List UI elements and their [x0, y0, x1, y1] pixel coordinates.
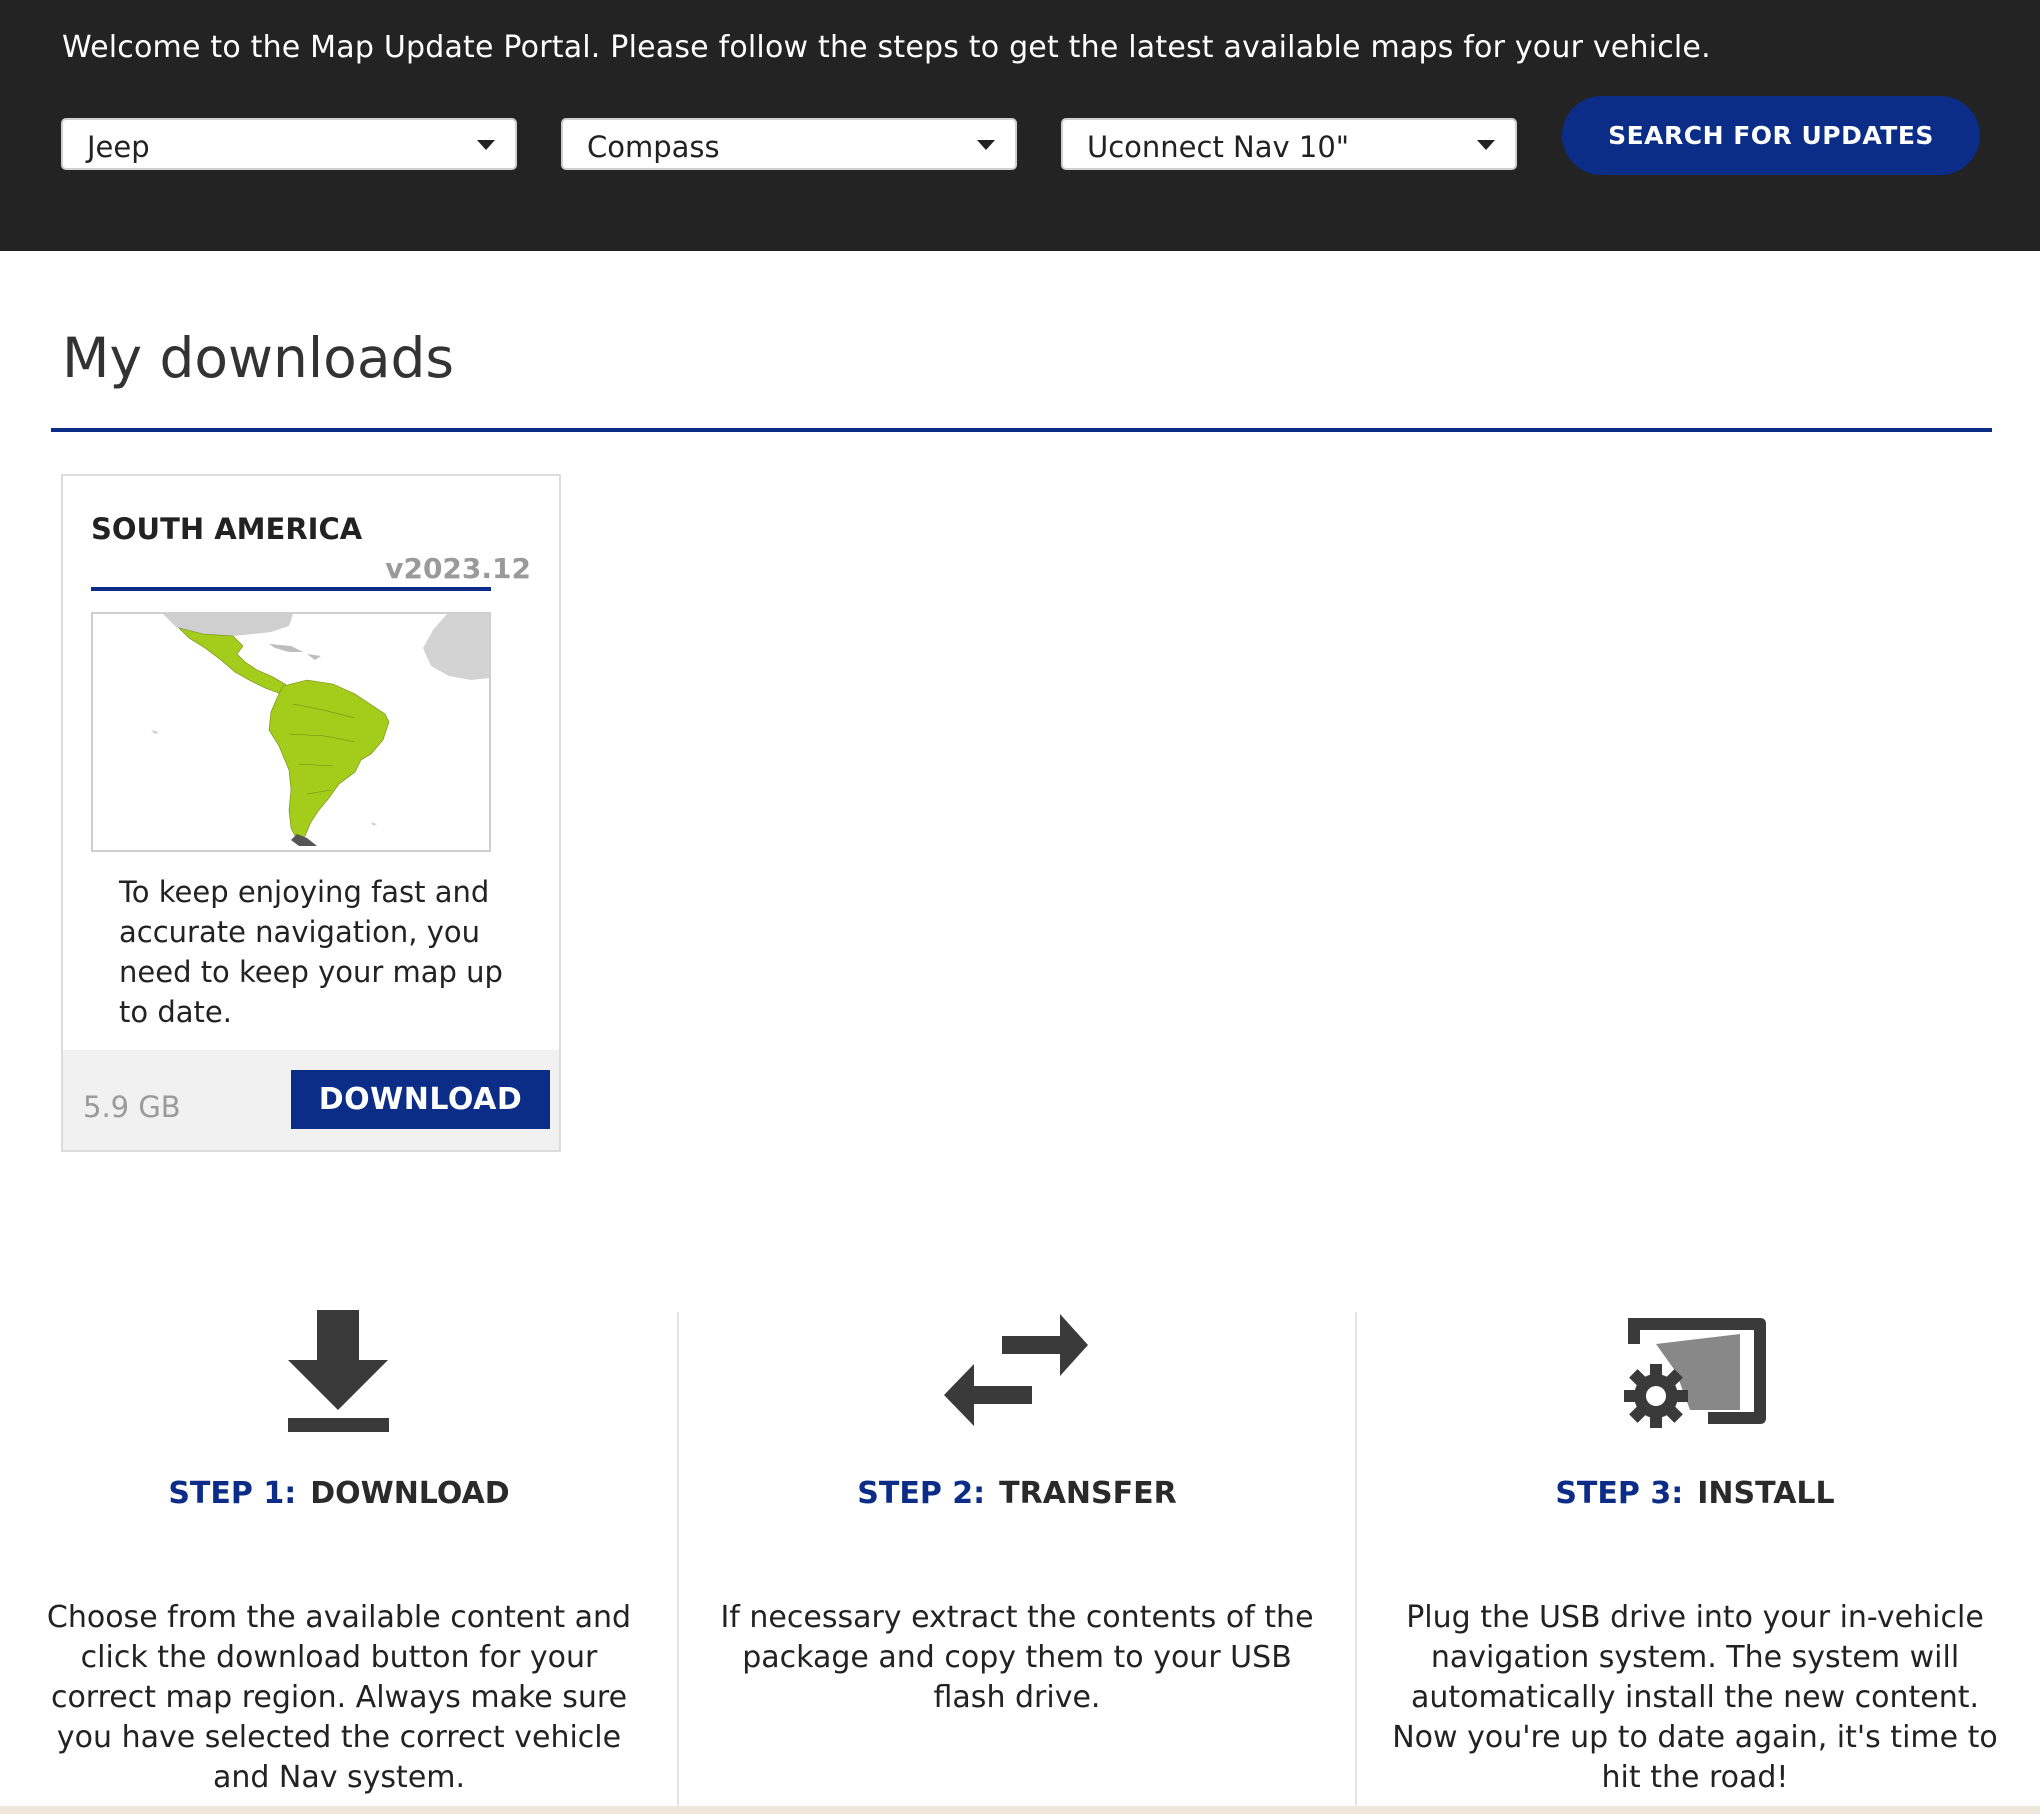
- step-download: STEP 1: DOWNLOAD Choose from the availabl…: [0, 1310, 678, 1814]
- bottom-edge: [0, 1806, 2040, 1814]
- step-number: STEP 3:: [1555, 1476, 1684, 1511]
- nav-system-select[interactable]: Uconnect Nav 10": [1061, 118, 1517, 170]
- card-version: v2023.12: [385, 552, 531, 585]
- step-title: STEP 3: INSTALL: [1356, 1476, 2034, 1511]
- step-install: STEP 3: INSTALL Plug the USB drive into y…: [1356, 1310, 2034, 1814]
- brand-select-value: Jeep: [87, 130, 150, 164]
- step-description: If necessary extract the contents of the…: [720, 1600, 1314, 1715]
- step-title: STEP 2: TRANSFER: [678, 1476, 1356, 1511]
- step-name: INSTALL: [1697, 1476, 1835, 1511]
- caret-down-icon: [1477, 140, 1495, 150]
- nav-system-select-value: Uconnect Nav 10": [1087, 130, 1350, 164]
- download-button[interactable]: DOWNLOAD: [291, 1070, 550, 1129]
- caret-down-icon: [477, 140, 495, 150]
- install-screen-gear-icon: [1356, 1310, 2034, 1440]
- file-size: 5.9 GB: [83, 1090, 181, 1124]
- step-name: TRANSFER: [999, 1476, 1177, 1511]
- title-divider: [51, 428, 1992, 432]
- header-bar: Welcome to the Map Update Portal. Please…: [0, 0, 2040, 251]
- card-divider: [91, 587, 491, 591]
- step-description: Choose from the available content and cl…: [46, 1600, 632, 1795]
- step-title: STEP 1: DOWNLOAD: [0, 1476, 678, 1511]
- search-for-updates-button[interactable]: SEARCH FOR UPDATES: [1562, 96, 1980, 175]
- model-select-value: Compass: [587, 130, 720, 164]
- brand-select[interactable]: Jeep: [61, 118, 517, 170]
- transfer-arrows-icon: [678, 1310, 1356, 1440]
- step-transfer: STEP 2: TRANSFER If necessary extract the…: [678, 1310, 1356, 1814]
- model-select[interactable]: Compass: [561, 118, 1017, 170]
- step-name: DOWNLOAD: [310, 1476, 510, 1511]
- caret-down-icon: [977, 140, 995, 150]
- welcome-message: Welcome to the Map Update Portal. Please…: [62, 30, 1711, 65]
- card-footer: 5.9 GB DOWNLOAD: [63, 1050, 559, 1150]
- step-description: Plug the USB drive into your in-vehicle …: [1392, 1600, 1998, 1795]
- card-region-title: SOUTH AMERICA: [91, 512, 363, 546]
- region-map-image: [91, 612, 491, 852]
- download-card: SOUTH AMERICA v2023.12 To keep enjoying …: [61, 474, 561, 1152]
- step-number: STEP 1:: [168, 1476, 297, 1511]
- page-title: My downloads: [62, 326, 455, 390]
- download-icon: [0, 1310, 678, 1440]
- step-number: STEP 2:: [857, 1476, 986, 1511]
- card-description: To keep enjoying fast and accurate navig…: [119, 875, 503, 1029]
